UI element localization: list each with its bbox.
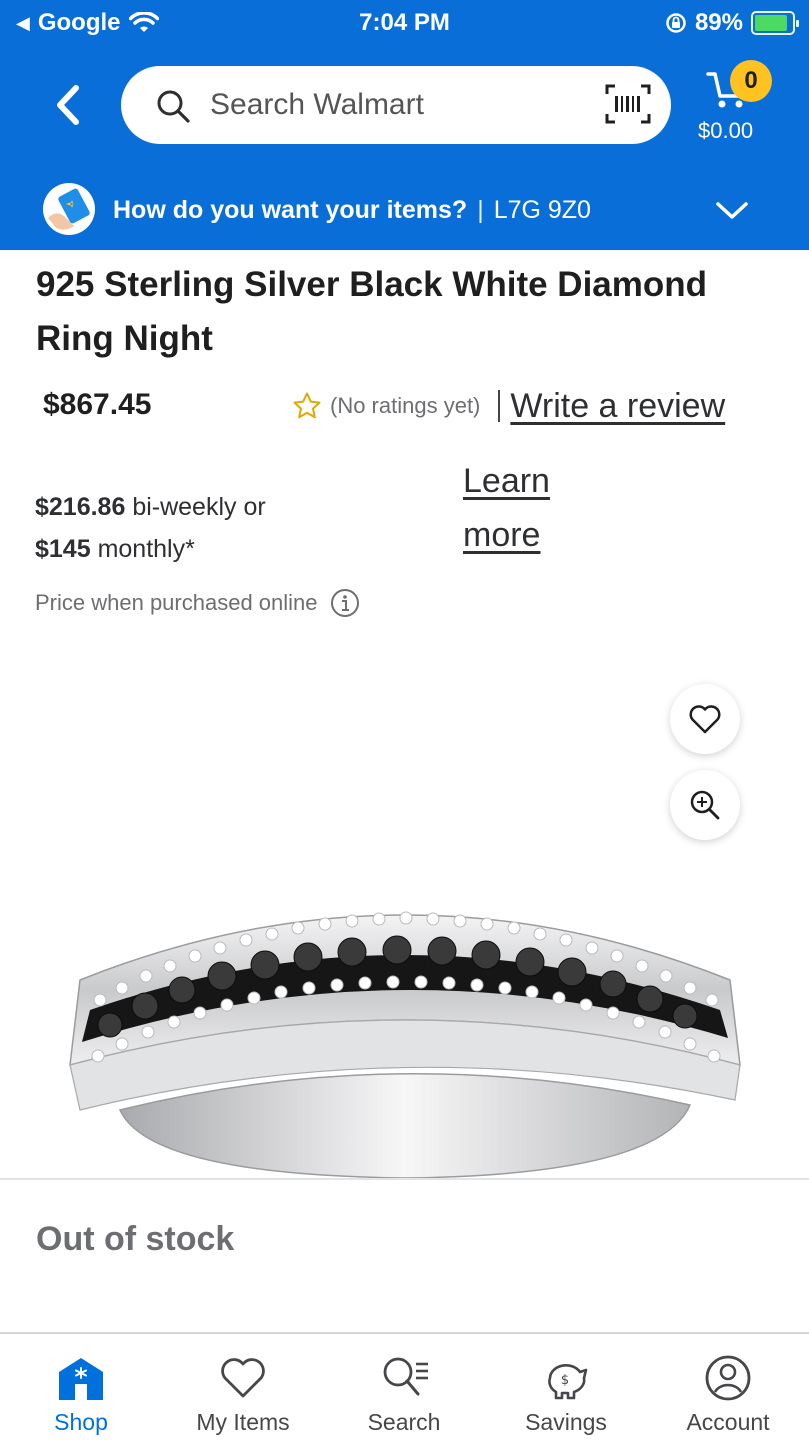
availability-status: Out of stock — [36, 1220, 235, 1258]
biweekly-text: bi-weekly or — [125, 493, 266, 521]
search-input[interactable]: Search Walmart — [121, 66, 671, 144]
search-icon — [157, 90, 190, 123]
product-image-ring[interactable] — [60, 860, 750, 1180]
search-placeholder: Search Walmart — [210, 88, 424, 121]
account-icon — [705, 1355, 751, 1401]
app-header: ◀ Google 7:04 PM 89% Search Walmart 0 $0… — [0, 0, 809, 250]
svg-text:$: $ — [561, 1373, 569, 1388]
postal-code: L7G 9Z0 — [493, 196, 591, 224]
monthly-amount: $145 — [35, 535, 91, 563]
price-note: Price when purchased online — [35, 588, 360, 618]
tab-my-items[interactable]: My Items — [162, 1334, 324, 1440]
rating-divider — [498, 390, 501, 422]
battery-fill — [755, 15, 788, 31]
cart-total: $0.00 — [698, 118, 754, 143]
zoom-in-icon — [690, 790, 720, 820]
chevron-down-icon[interactable] — [714, 196, 750, 224]
tab-savings[interactable]: $ Savings — [485, 1334, 647, 1440]
product-price: $867.45 — [43, 388, 152, 421]
fulfillment-selector[interactable]: How do you want your items? | L7G 9Z0 — [0, 170, 809, 250]
installment-monthly: $145 monthly* — [35, 528, 266, 570]
section-divider — [0, 1178, 809, 1180]
write-review-link[interactable]: Write a review — [510, 387, 725, 426]
cart-button[interactable]: 0 $0.00 — [696, 58, 786, 153]
zoom-button[interactable] — [670, 770, 740, 840]
battery-icon — [751, 11, 799, 35]
fulfillment-text: How do you want your items? | L7G 9Z0 — [113, 196, 591, 225]
no-ratings-text: (No ratings yet) — [330, 393, 481, 418]
favorite-button[interactable] — [670, 684, 740, 754]
tab-label-my-items: My Items — [196, 1409, 290, 1435]
monthly-text: monthly* — [90, 535, 195, 563]
search-list-icon — [383, 1357, 428, 1396]
installment-biweekly: $216.86 bi-weekly or — [35, 486, 266, 528]
fulfillment-question: How do you want your items? — [113, 196, 468, 224]
tab-label-account: Account — [686, 1409, 770, 1435]
product-title: 925 Sterling Silver Black White Diamond … — [36, 265, 708, 358]
tab-shop[interactable]: Shop — [0, 1334, 162, 1440]
barcode-scan-icon[interactable] — [605, 84, 651, 124]
installment-info: $216.86 bi-weekly or $145 monthly* — [35, 486, 266, 570]
biweekly-amount: $216.86 — [35, 493, 126, 521]
status-right: 89% — [665, 9, 799, 37]
star-outline-icon — [293, 392, 321, 419]
price-note-text: Price when purchased online — [35, 590, 318, 615]
fulfillment-separator: | — [477, 196, 484, 224]
status-bar: ◀ Google 7:04 PM 89% — [0, 0, 809, 48]
battery-percent: 89% — [694, 9, 743, 36]
shop-icon — [59, 1358, 103, 1400]
tab-account[interactable]: Account — [647, 1334, 809, 1440]
back-arrow-icon[interactable] — [48, 80, 88, 130]
heart-icon — [221, 1358, 265, 1398]
info-icon[interactable] — [330, 588, 360, 618]
tab-label-search: Search — [367, 1409, 441, 1435]
tab-label-shop: Shop — [54, 1409, 108, 1435]
learn-more-link[interactable]: Learn more — [463, 454, 583, 562]
rotation-lock-icon — [666, 13, 686, 33]
tab-search[interactable]: Search — [323, 1334, 485, 1440]
rating-row: (No ratings yet) Write a review — [292, 387, 725, 426]
bottom-tab-bar: Shop My Items Search $ Savings Account — [0, 1332, 809, 1440]
piggy-bank-icon: $ — [548, 1364, 588, 1400]
tab-label-savings: Savings — [525, 1409, 607, 1435]
heart-icon — [689, 705, 721, 734]
cart-count-badge: 0 — [730, 60, 772, 102]
fulfillment-hand-phone-icon — [43, 183, 95, 235]
